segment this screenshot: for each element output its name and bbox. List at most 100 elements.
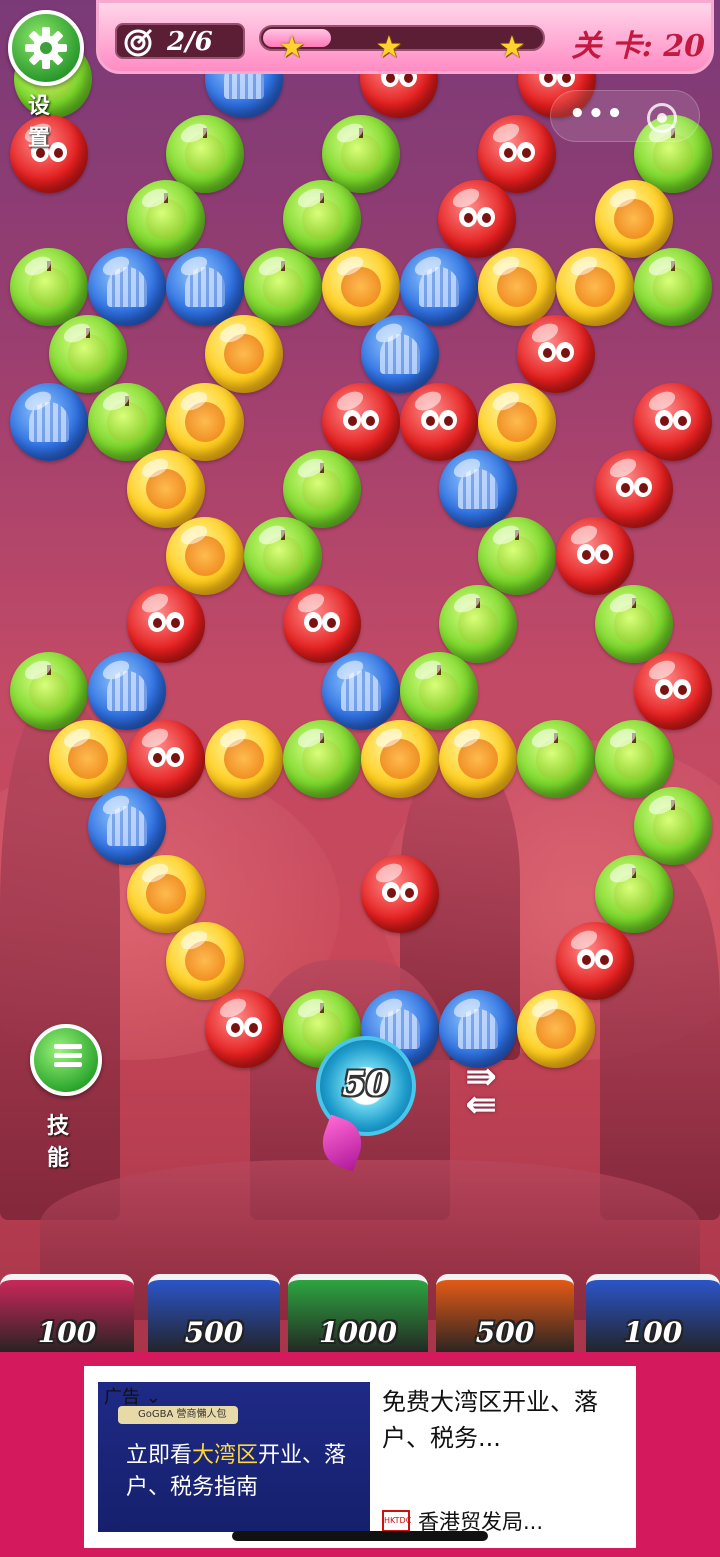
- green-bubble: [517, 720, 595, 798]
- eyes-icon: [419, 402, 459, 442]
- red-bubble: [205, 990, 283, 1068]
- eyes-icon: [302, 604, 342, 644]
- swap-bubble-button[interactable]: ⇛ ⇚: [446, 1057, 516, 1123]
- shots-remaining: 50: [342, 1064, 390, 1104]
- settings-button[interactable]: [8, 10, 84, 86]
- green-bubble: [634, 248, 712, 326]
- green-bubble: [49, 315, 127, 393]
- green-bubble: [283, 720, 361, 798]
- gear-icon: [25, 27, 67, 69]
- eyes-icon: [380, 874, 420, 914]
- apple-icon: [185, 128, 225, 174]
- green-bubble: [244, 248, 322, 326]
- blue-bubble: [88, 787, 166, 865]
- yellow-bubble: [205, 720, 283, 798]
- green-bubble: [10, 652, 88, 730]
- bucket-score-label: 100: [623, 1316, 683, 1349]
- apple-icon: [302, 463, 342, 509]
- ad-tag[interactable]: 广告 ⌄: [104, 1383, 161, 1409]
- target-counter: 2/6: [115, 23, 245, 59]
- eyes-icon: [224, 1009, 264, 1049]
- red-bubble: [127, 720, 205, 798]
- eyes-icon: [341, 402, 381, 442]
- apple-icon: [263, 530, 303, 576]
- target-icon: [124, 28, 153, 57]
- green-bubble: [10, 248, 88, 326]
- red-bubble: [283, 585, 361, 663]
- green-bubble: [244, 517, 322, 595]
- orange-slice-icon: [536, 1009, 576, 1049]
- green-bubble: [283, 450, 361, 528]
- green-bubble: [400, 652, 478, 730]
- red-bubble: [556, 517, 634, 595]
- score-bucket: 500: [148, 1274, 280, 1352]
- yellow-bubble: [556, 248, 634, 326]
- yellow-bubble: [478, 383, 556, 461]
- bucket-score-label: 500: [475, 1316, 535, 1349]
- shell-icon: [458, 469, 498, 509]
- apple-icon: [107, 396, 147, 442]
- apple-icon: [614, 598, 654, 644]
- eyes-icon: [614, 469, 654, 509]
- red-bubble: [322, 383, 400, 461]
- yellow-bubble: [595, 180, 673, 258]
- eyes-icon: [575, 941, 615, 981]
- hud-bar: 2/6 ★ ★ ★ 关 卡: 20: [96, 0, 714, 74]
- eyes-icon: [653, 402, 693, 442]
- green-bubble: [595, 855, 673, 933]
- yellow-bubble: [127, 855, 205, 933]
- bucket-score-label: 100: [37, 1316, 97, 1349]
- yellow-bubble: [205, 315, 283, 393]
- game-scene[interactable]: 2/6 ★ ★ ★ 关 卡: 20 设 置 ••• 50 ⇛ ⇚ 技 能 100…: [0, 0, 720, 1352]
- yellow-bubble: [166, 383, 244, 461]
- apple-icon: [302, 1003, 342, 1049]
- yellow-bubble: [49, 720, 127, 798]
- star-icon: ★: [375, 30, 403, 65]
- apple-icon: [341, 128, 381, 174]
- skills-button[interactable]: [30, 1024, 102, 1096]
- red-bubble: [361, 855, 439, 933]
- apple-icon: [68, 328, 108, 374]
- orange-slice-icon: [224, 334, 264, 374]
- yellow-bubble: [322, 248, 400, 326]
- bucket-score-label: 1000: [319, 1316, 397, 1349]
- red-bubble: [438, 180, 516, 258]
- apple-icon: [29, 665, 69, 711]
- blue-bubble: [10, 383, 88, 461]
- apple-icon: [146, 193, 186, 239]
- green-bubble: [478, 517, 556, 595]
- shell-icon: [107, 806, 147, 846]
- blue-bubble: [439, 450, 517, 528]
- orange-slice-icon: [185, 536, 225, 576]
- score-bucket: 1000: [288, 1274, 428, 1352]
- shell-icon: [185, 267, 225, 307]
- eyes-icon: [653, 671, 693, 711]
- orange-slice-icon: [146, 874, 186, 914]
- apple-icon: [29, 261, 69, 307]
- eyes-icon: [146, 604, 186, 644]
- settings-label: 设 置: [27, 94, 64, 151]
- score-bucket: 100: [586, 1274, 720, 1352]
- shell-icon: [107, 671, 147, 711]
- apple-icon: [419, 665, 459, 711]
- green-bubble: [283, 180, 361, 258]
- eyes-icon: [497, 134, 537, 174]
- target-circle-icon[interactable]: [647, 103, 677, 133]
- apple-icon: [653, 261, 693, 307]
- orange-slice-icon: [497, 402, 537, 442]
- orange-slice-icon: [224, 739, 264, 779]
- chevron-down-icon: ⌄: [145, 1387, 161, 1408]
- apple-icon: [614, 733, 654, 779]
- more-menu-button[interactable]: •••: [569, 99, 625, 129]
- ad-description: 免费大湾区开业、落户、税务...: [382, 1388, 598, 1452]
- level-indicator: 关 卡: 20: [571, 29, 705, 64]
- red-bubble: [634, 652, 712, 730]
- orange-slice-icon: [146, 469, 186, 509]
- target-progress-text: 2/6: [167, 27, 213, 57]
- list-icon: [54, 1044, 82, 1076]
- yellow-bubble: [517, 990, 595, 1068]
- orange-slice-icon: [380, 739, 420, 779]
- green-bubble: [439, 585, 517, 663]
- blue-bubble: [88, 652, 166, 730]
- blue-bubble: [400, 248, 478, 326]
